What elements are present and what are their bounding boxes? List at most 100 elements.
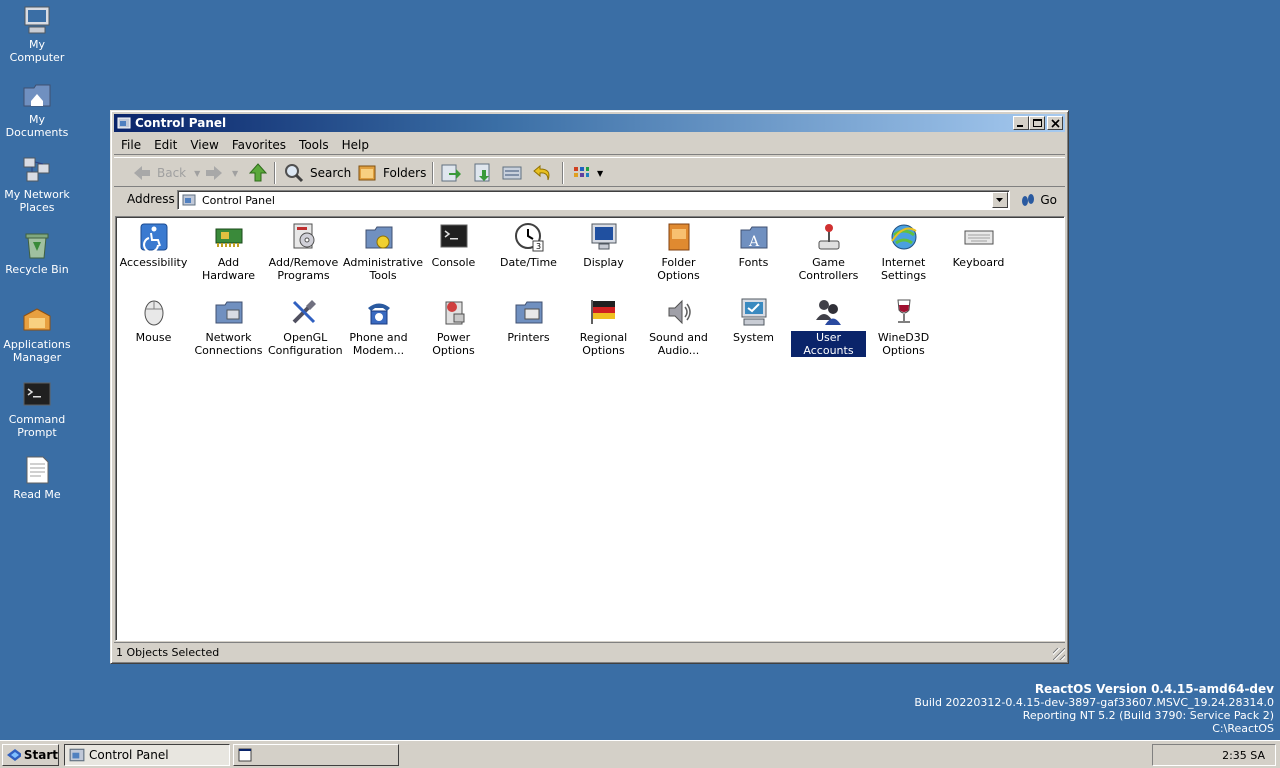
control-panel-item[interactable]: Regional Options [566,296,641,357]
menu-item[interactable]: Tools [292,135,335,152]
item-label: Network Connections [194,331,263,357]
desktop-icon[interactable]: My Computer [2,4,72,64]
copy-to-button[interactable] [471,161,493,185]
close-button[interactable] [1047,116,1063,130]
delete-button[interactable] [501,161,523,185]
back-button[interactable]: Back ▼ [132,161,200,185]
admin-tools-icon [365,226,392,249]
control-panel-item[interactable]: OpenGL Configuration [266,296,343,357]
power-icon [445,301,464,325]
control-panel-item[interactable]: 3 Date/Time [491,221,566,269]
desktop-icon-label: Read Me [13,488,61,501]
address-dropdown-button[interactable] [992,192,1008,208]
internet-icon [890,224,917,250]
documents-icon [23,84,51,107]
start-label: Start [23,748,58,762]
move-to-button[interactable] [440,161,462,185]
clock[interactable]: 2:35 SA [1222,749,1265,762]
folder-options-icon [668,223,689,251]
control-panel-item[interactable]: Phone and Modem... [341,296,416,357]
minimize-button[interactable] [1013,116,1029,130]
window-icon [238,748,252,762]
desktop-icon[interactable]: Applications Manager [2,304,72,364]
item-label: System [732,331,775,344]
version-build: Build 20220312-0.4.15-dev-3897-gaf33607.… [914,696,1274,709]
chevron-down-icon: ▼ [194,168,201,178]
desktop-icon-label: Applications Manager [3,338,71,364]
desktop-icon[interactable]: My Network Places [2,154,72,214]
item-label: Sound and Audio... [649,331,708,357]
control-panel-item[interactable]: Administrative Tools [341,221,423,282]
start-logo-icon [7,749,21,761]
item-label: Keyboard [952,256,1005,269]
menu-item[interactable]: Favorites [225,135,292,152]
network-places-icon [23,157,50,182]
speaker-icon [668,299,691,325]
menu-item[interactable]: File [114,135,147,152]
control-panel-item[interactable]: Keyboard [941,221,1016,269]
control-panel-item[interactable]: Accessibility [116,221,191,269]
back-label: Back [157,166,187,180]
resize-grip[interactable] [1053,648,1065,660]
control-panel-item[interactable]: Sound and Audio... [641,296,716,357]
command-prompt-icon [23,382,51,406]
control-panel-window: Control Panel File Edit View Favorites Tools… [110,110,1069,664]
menu-item[interactable]: Help [335,135,375,152]
desktop-icon-label: Recycle Bin [5,263,69,276]
control-panel-item[interactable]: Mouse [116,296,191,344]
item-label: Add Hardware [201,256,256,282]
taskbar-item-blank[interactable] [233,744,399,766]
control-panel-item[interactable]: Display [566,221,641,269]
control-panel-item[interactable]: User Accounts [790,296,867,358]
version-info: ReactOS Version 0.4.15-amd64-dev Build 2… [914,683,1274,736]
item-label: Fonts [738,256,769,269]
start-button[interactable]: Start [2,744,59,766]
control-panel-item[interactable]: Internet Settings [866,221,941,282]
go-button[interactable]: Go [1020,192,1057,208]
control-panel-item[interactable]: Add/Remove Programs [266,221,341,282]
desktop-icon-label: My Network Places [4,188,70,214]
undo-button[interactable] [532,161,554,185]
mouse-icon [144,300,163,326]
recycle-bin-icon [25,233,49,259]
desktop-icon[interactable]: My Documents [2,79,72,139]
menu-item[interactable]: Edit [147,135,183,152]
control-panel-item[interactable]: Add Hardware [191,221,266,282]
control-panel-item[interactable]: A Fonts [716,221,791,269]
item-label: Mouse [135,331,172,344]
forward-button[interactable]: ▼ [204,161,238,185]
task-label: Control Panel [89,748,169,762]
up-button[interactable] [248,161,268,185]
phone-icon [367,303,390,325]
desktop-icon[interactable]: Recycle Bin [2,229,72,276]
control-panel-item[interactable]: System [716,296,791,344]
search-button[interactable]: Search [284,161,351,185]
taskbar-item-control-panel[interactable]: Control Panel [64,744,230,766]
printer-icon [515,301,542,324]
control-panel-item[interactable]: Power Options [416,296,491,357]
clock-icon: 3 [514,223,543,252]
version-reporting: Reporting NT 5.2 (Build 3790: Service Pa… [1022,709,1274,722]
control-panel-item[interactable]: Printers [491,296,566,344]
address-input[interactable]: Control Panel [177,190,1010,210]
close-icon [1051,119,1060,128]
desktop-icon[interactable]: Command Prompt [2,379,72,439]
folders-button[interactable]: Folders [357,161,426,185]
desktop-icon[interactable]: Read Me [2,454,72,501]
version-path: C:\ReactOS [1212,722,1274,735]
desktop-icon-label: My Computer [9,38,65,64]
item-label: OpenGL Configuration [268,331,343,357]
menu-item[interactable]: View [183,135,224,152]
views-button[interactable]: ▼ [571,161,603,185]
control-panel-item[interactable]: Game Controllers [791,221,866,282]
item-label: Add/Remove Programs [268,256,339,282]
control-panel-item[interactable]: Console [416,221,491,269]
item-label: Regional Options [579,331,628,357]
title-bar[interactable]: Control Panel [114,114,1065,132]
item-label: Display [583,256,624,269]
control-panel-item[interactable]: WineD3D Options [866,296,941,357]
maximize-button[interactable] [1029,116,1045,130]
control-panel-item[interactable]: Network Connections [191,296,266,357]
status-text: 1 Objects Selected [116,646,220,659]
control-panel-item[interactable]: Folder Options [641,221,716,282]
